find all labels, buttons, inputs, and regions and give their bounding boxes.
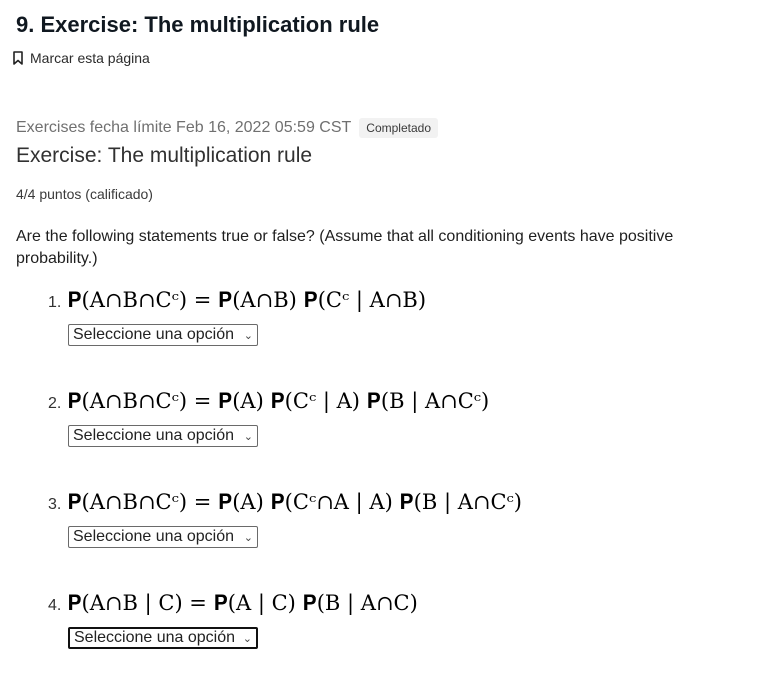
problem-meta: Exercises fecha límite Feb 16, 2022 05:5… <box>16 118 438 138</box>
answer-select-4[interactable]: Seleccione una opción ⌄ <box>68 627 258 649</box>
question-number: 1. <box>48 294 62 311</box>
bookmark-label: Marcar esta página <box>30 50 150 66</box>
chevron-down-icon: ⌄ <box>243 531 253 544</box>
unit-title: 9. Exercise: The multiplication rule <box>16 12 380 37</box>
due-date: Exercises fecha límite Feb 16, 2022 05:5… <box>16 119 352 136</box>
question-number: 4. <box>48 597 62 614</box>
question-formula: 𝐏(A∩B | C) = 𝐏(A | C) 𝐏(B | A∩C) <box>67 591 418 615</box>
problem-title: Exercise: The multiplication rule <box>16 144 313 167</box>
select-value: Seleccione una opción <box>73 528 235 545</box>
answer-select-1[interactable]: Seleccione una opción ⌄ <box>68 324 258 346</box>
question-formula: 𝐏(A∩B∩Cᶜ) = 𝐏(A) 𝐏(Cᶜ | A) 𝐏(B | A∩Cᶜ) <box>67 389 490 413</box>
bookmark-icon <box>12 51 24 65</box>
question-4: 4. 𝐏(A∩B | C) = 𝐏(A | C) 𝐏(B | A∩C) Sele… <box>48 591 768 649</box>
select-value: Seleccione una opción <box>73 326 235 343</box>
question-3: 3. 𝐏(A∩B∩Cᶜ) = 𝐏(A) 𝐏(Cᶜ∩A | A) 𝐏(B | A∩… <box>48 490 768 548</box>
answer-select-2[interactable]: Seleccione una opción ⌄ <box>68 425 258 447</box>
question-2: 2. 𝐏(A∩B∩Cᶜ) = 𝐏(A) 𝐏(Cᶜ | A) 𝐏(B | A∩Cᶜ… <box>48 389 768 447</box>
question-number: 2. <box>48 395 62 412</box>
status-badge: Completado <box>359 118 438 138</box>
question-formula: 𝐏(A∩B∩Cᶜ) = 𝐏(A∩B) 𝐏(Cᶜ | A∩B) <box>67 288 427 312</box>
page: 9. Exercise: The multiplication rule Mar… <box>0 0 784 681</box>
select-value: Seleccione una opción <box>74 629 236 646</box>
bookmark-button[interactable]: Marcar esta página <box>12 48 150 68</box>
select-value: Seleccione una opción <box>73 427 235 444</box>
question-formula: 𝐏(A∩B∩Cᶜ) = 𝐏(A) 𝐏(Cᶜ∩A | A) 𝐏(B | A∩Cᶜ) <box>67 490 522 514</box>
chevron-down-icon: ⌄ <box>243 430 253 443</box>
question-1: 1. 𝐏(A∩B∩Cᶜ) = 𝐏(A∩B) 𝐏(Cᶜ | A∩B) Selecc… <box>48 288 768 346</box>
problem-prompt: Are the following statements true or fal… <box>16 228 674 267</box>
chevron-down-icon: ⌄ <box>242 632 252 645</box>
answer-select-3[interactable]: Seleccione una opción ⌄ <box>68 526 258 548</box>
question-number: 3. <box>48 496 62 513</box>
problem-score: 4/4 puntos (calificado) <box>16 186 153 202</box>
chevron-down-icon: ⌄ <box>243 329 253 342</box>
